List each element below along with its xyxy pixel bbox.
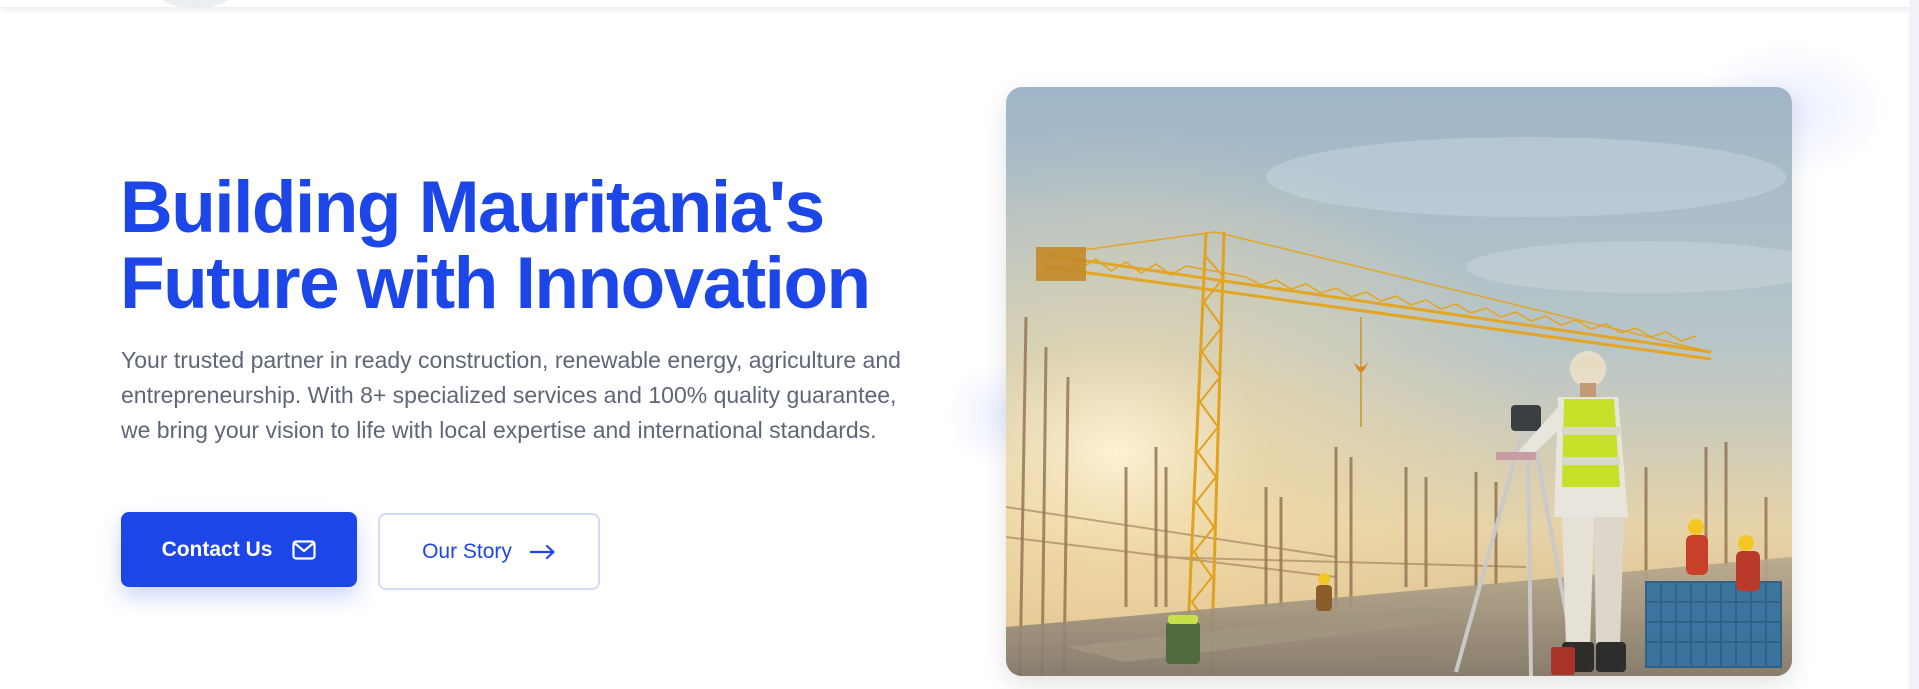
construction-site-illustration: [1006, 87, 1792, 676]
scrollbar-track[interactable]: [1909, 0, 1919, 689]
header-decoration: [160, 0, 230, 8]
hero-description: Your trusted partner in ready constructi…: [121, 347, 901, 443]
hero-title-line-2: Future with Innovation: [120, 243, 871, 324]
page: Building Mauritania's Future with Innova…: [0, 0, 1919, 689]
our-story-label: Our Story: [422, 539, 512, 563]
arrow-right-icon: [529, 544, 556, 560]
hero-image: [1006, 87, 1792, 676]
hero-title-line-1: Building Mauritania's: [120, 167, 825, 248]
mail-icon: [292, 539, 317, 560]
header-bar: [0, 0, 1910, 8]
contact-us-label: Contact Us: [161, 537, 273, 561]
contact-us-button[interactable]: Contact Us: [121, 512, 357, 587]
hero-title: Building Mauritania's Future with Innova…: [120, 170, 920, 322]
our-story-button[interactable]: Our Story: [378, 513, 600, 590]
